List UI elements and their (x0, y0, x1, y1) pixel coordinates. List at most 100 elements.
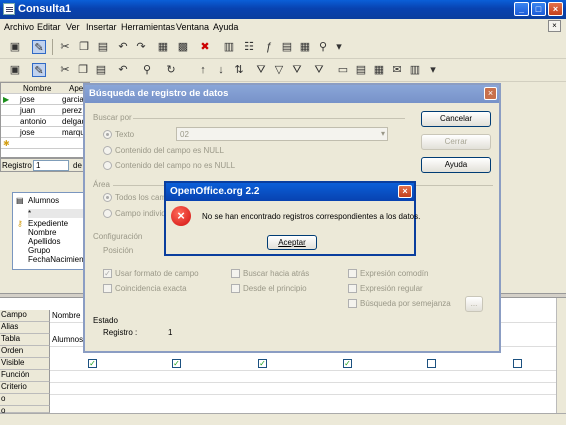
field-item[interactable]: Grupo (28, 246, 50, 255)
radio-all-fields[interactable] (103, 193, 112, 202)
close-dialog-button[interactable]: Cerrar (421, 134, 491, 150)
insert-icon[interactable]: ▭ (336, 63, 350, 77)
section-buscar-por: Buscar por (93, 113, 132, 122)
cut-icon[interactable]: ✂ (58, 40, 72, 54)
close-button[interactable]: × (548, 2, 563, 16)
minimize-button[interactable]: _ (514, 2, 529, 16)
standard-filter-icon[interactable]: ⛛ (290, 63, 304, 77)
field-item[interactable]: Expediente (28, 219, 68, 228)
field-item[interactable]: FechaNacimient (28, 255, 86, 264)
visible-checkbox[interactable]: ✓ (88, 359, 97, 368)
menu-archivo[interactable]: Archivo (4, 22, 34, 32)
filter-icon[interactable]: ▽ (272, 63, 286, 77)
separator (52, 39, 53, 55)
maximize-button[interactable]: □ (531, 2, 546, 16)
title-bar: Consulta1 _ □ × (0, 0, 566, 19)
data-source-icon[interactable]: ▥ (408, 63, 422, 77)
data-to-text-icon[interactable]: ▤ (354, 63, 368, 77)
visible-checkbox[interactable] (513, 359, 522, 368)
menu-insertar[interactable]: Insertar (86, 22, 117, 32)
sort-descending-icon[interactable]: ↓ (214, 63, 228, 77)
remove-filter-icon[interactable]: ⛛ (312, 63, 326, 77)
distinct-values-icon[interactable]: ⚲ (316, 40, 330, 54)
checkbox-regex[interactable] (348, 284, 357, 293)
table-name-icon[interactable]: ▤ (280, 40, 294, 54)
checkbox-from-start[interactable] (231, 284, 240, 293)
ok-button[interactable]: Aceptar (267, 235, 317, 250)
radio-null[interactable] (103, 146, 112, 155)
table-row[interactable]: juan perez (1, 105, 89, 116)
delete-icon[interactable]: ✖ (198, 40, 212, 54)
menu-herramientas[interactable]: Herramientas (121, 22, 175, 32)
sort-icon[interactable]: ⇅ (232, 63, 246, 77)
sort-ascending-icon[interactable]: ↑ (196, 63, 210, 77)
redo-icon[interactable]: ↷ (134, 40, 148, 54)
section-estado: Estado (93, 316, 118, 325)
edit-data-icon[interactable]: ✎ (32, 63, 46, 77)
field-item[interactable]: Nombre (28, 228, 56, 237)
radio-texto[interactable] (103, 130, 112, 139)
checkbox-wildcard[interactable] (348, 269, 357, 278)
checkbox-similarity[interactable] (348, 299, 357, 308)
menu-ayuda[interactable]: Ayuda (213, 22, 238, 32)
save-record-icon[interactable]: ▣ (8, 63, 22, 77)
checkbox-search-backwards[interactable] (231, 269, 240, 278)
menu-editar[interactable]: Editar (37, 22, 61, 32)
autofilter-icon[interactable]: ⛛ (254, 63, 268, 77)
table-row[interactable]: antonio delgad (1, 116, 89, 127)
search-text-combobox[interactable]: 02 ▾ (176, 127, 388, 141)
function-icon[interactable]: ƒ (262, 40, 276, 54)
field-item[interactable]: Apellidos (28, 237, 60, 246)
dialog-close-button[interactable]: × (484, 87, 497, 100)
paste-icon[interactable]: ▤ (94, 63, 108, 77)
paste-icon[interactable]: ▤ (96, 40, 110, 54)
copy-icon[interactable]: ❐ (77, 40, 91, 54)
alert-close-button[interactable]: × (398, 185, 412, 198)
mail-merge-icon[interactable]: ✉ (390, 63, 404, 77)
table-row[interactable]: ▶ jose garcia (1, 94, 89, 105)
add-table-icon[interactable]: ▥ (222, 40, 236, 54)
data-to-fields-icon[interactable]: ▦ (372, 63, 386, 77)
vertical-scrollbar[interactable] (556, 298, 566, 413)
record-number-field[interactable]: 1 (33, 160, 69, 171)
cancel-button[interactable]: Cancelar (421, 111, 491, 127)
run-query-icon[interactable]: ▦ (156, 40, 170, 54)
standard-toolbar: ▣ ✎ ✂ ❐ ▤ ↶ ↷ ▦ ▩ ✖ ▥ ☷ ƒ ▤ ▦ ⚲ ▾ (0, 35, 566, 59)
field-cell[interactable]: Nombre (52, 311, 80, 320)
edit-mode-icon[interactable]: ✎ (32, 40, 46, 54)
table-icon[interactable]: ☷ (242, 40, 256, 54)
find-record-icon[interactable]: ⚲ (140, 63, 154, 77)
visible-checkbox[interactable] (427, 359, 436, 368)
chevron-down-icon[interactable]: ▾ (381, 129, 385, 138)
save-icon[interactable]: ▣ (8, 40, 22, 54)
clear-query-icon[interactable]: ▩ (176, 40, 190, 54)
cut-icon[interactable]: ✂ (58, 63, 72, 77)
new-row[interactable]: ✱ (1, 138, 89, 149)
radio-not-null[interactable] (103, 161, 112, 170)
visible-checkbox[interactable]: ✓ (172, 359, 181, 368)
table-box-alumnos[interactable]: ▤ Alumnos * ⚷ Expediente Nombre Apellido… (12, 192, 92, 270)
menu-ver[interactable]: Ver (66, 22, 80, 32)
refresh-icon[interactable]: ↻ (164, 63, 178, 77)
close-document-icon[interactable]: × (548, 20, 561, 32)
column-header-apellidos[interactable]: Ape (69, 84, 83, 93)
error-icon: × (171, 206, 191, 226)
radio-single-field[interactable] (103, 209, 112, 218)
similarity-options-button[interactable]: ... (465, 296, 483, 312)
help-button[interactable]: Ayuda (421, 157, 491, 173)
column-header-nombre[interactable]: Nombre (23, 84, 51, 93)
visible-checkbox[interactable]: ✓ (343, 359, 352, 368)
table-cell[interactable]: Alumnos (52, 335, 83, 344)
checkbox-exact-match[interactable] (103, 284, 112, 293)
table-row[interactable]: jose marqu (1, 127, 89, 138)
menu-ventana[interactable]: Ventana (176, 22, 209, 32)
visible-checkbox[interactable]: ✓ (258, 359, 267, 368)
alias-icon[interactable]: ▦ (298, 40, 312, 54)
undo-icon[interactable]: ↶ (116, 63, 130, 77)
toolbar-options-icon[interactable]: ▾ (332, 40, 346, 54)
copy-icon[interactable]: ❐ (76, 63, 90, 77)
undo-icon[interactable]: ↶ (116, 40, 130, 54)
checkbox-field-format[interactable]: ✓ (103, 269, 112, 278)
grid-line (50, 394, 556, 395)
toolbar-options-icon[interactable]: ▾ (426, 63, 440, 77)
